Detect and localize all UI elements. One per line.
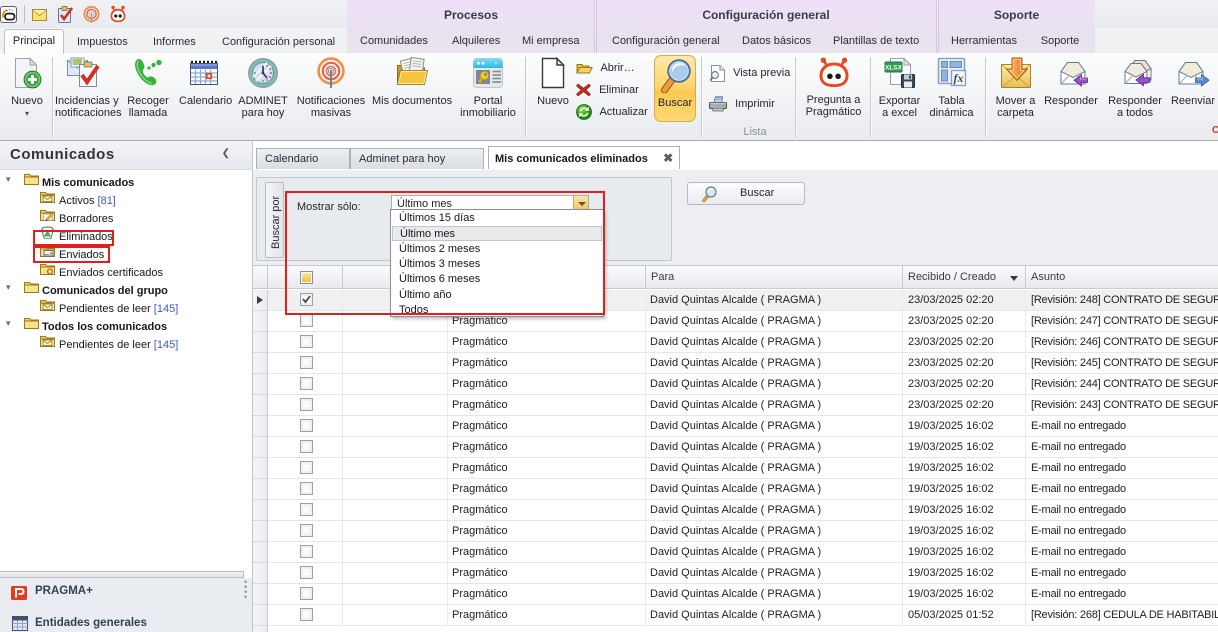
svg-text:XLSX: XLSX: [885, 65, 903, 72]
svg-text:fx: fx: [953, 71, 963, 85]
